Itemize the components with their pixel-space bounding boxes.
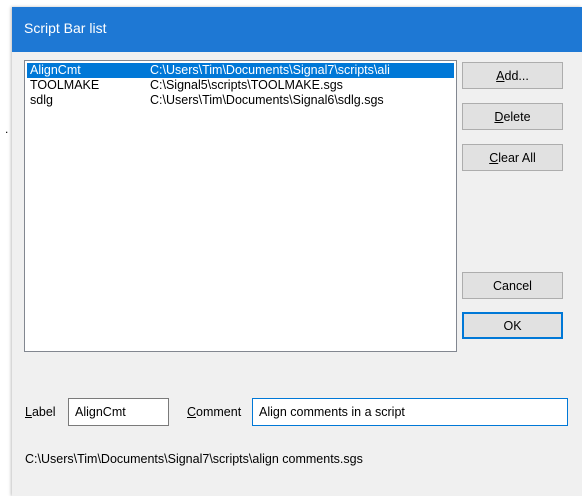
clear-all-accelerator: C <box>489 150 499 165</box>
script-path: C:\Users\Tim\Documents\Signal7\scripts\a… <box>150 63 390 77</box>
script-name: AlignCmt <box>30 63 81 77</box>
script-bar-list-dialog: Script Bar list AlignCmt C:\Users\Tim\Do… <box>12 7 582 496</box>
clear-all-label-rest: lear All <box>498 150 536 165</box>
label-caption-rest: abel <box>31 405 56 419</box>
list-item[interactable]: sdlg C:\Users\Tim\Documents\Signal6\sdlg… <box>27 93 454 108</box>
list-item[interactable]: AlignCmt C:\Users\Tim\Documents\Signal7\… <box>27 63 454 78</box>
comment-input[interactable] <box>252 398 568 426</box>
script-name: sdlg <box>30 93 53 107</box>
comment-accelerator: C <box>187 405 197 419</box>
stray-dot: . <box>5 122 9 136</box>
script-name: TOOLMAKE <box>30 78 100 92</box>
add-button[interactable]: Add... <box>462 62 563 89</box>
label-input[interactable] <box>68 398 169 426</box>
dialog-title: Script Bar list <box>24 20 107 36</box>
delete-button[interactable]: Delete <box>462 103 563 130</box>
comment-caption-rest: omment <box>196 405 242 419</box>
delete-label-rest: elete <box>503 109 531 124</box>
label-caption: Label <box>25 405 56 419</box>
script-list[interactable]: AlignCmt C:\Users\Tim\Documents\Signal7\… <box>24 60 457 352</box>
label-accelerator: L <box>25 405 32 419</box>
selected-script-path: C:\Users\Tim\Documents\Signal7\scripts\a… <box>25 452 363 466</box>
script-path: C:\Signal5\scripts\TOOLMAKE.sgs <box>150 78 343 92</box>
add-label-rest: dd... <box>504 68 529 83</box>
title-bar[interactable]: Script Bar list <box>12 7 582 52</box>
ok-button[interactable]: OK <box>462 312 563 339</box>
clear-all-button[interactable]: Clear All <box>462 144 563 171</box>
script-path: C:\Users\Tim\Documents\Signal6\sdlg.sgs <box>150 93 384 107</box>
list-item[interactable]: TOOLMAKE C:\Signal5\scripts\TOOLMAKE.sgs <box>27 78 454 93</box>
cancel-button[interactable]: Cancel <box>462 272 563 299</box>
comment-caption: Comment <box>187 405 241 419</box>
delete-accelerator: D <box>494 109 504 124</box>
add-accelerator: A <box>496 68 505 83</box>
